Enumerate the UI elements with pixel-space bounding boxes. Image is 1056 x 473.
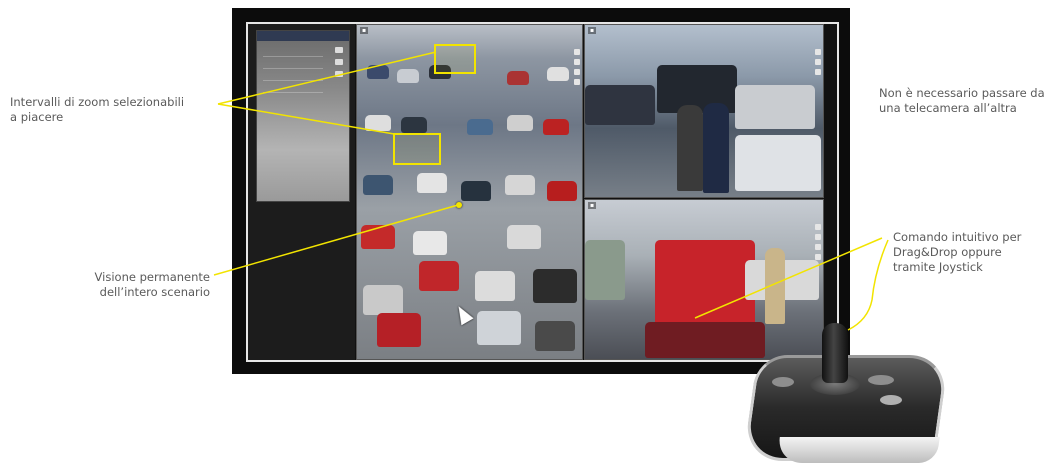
annotation-no-camera-switch: Non è necessario passare da una telecame…: [879, 86, 1056, 116]
car: [645, 322, 765, 358]
joystick-button: [772, 377, 794, 387]
car: [533, 269, 577, 303]
annotation-nocam-line1: Non è necessario passare da: [879, 86, 1045, 100]
car: [401, 117, 427, 133]
car: [585, 240, 625, 300]
joystick-device: [742, 315, 988, 473]
car: [377, 313, 421, 347]
car: [419, 261, 459, 291]
sidebar-header: [257, 31, 349, 41]
annotation-vision: Visione permanente dell’intero scenario: [60, 270, 210, 300]
tile-control-button[interactable]: [574, 79, 580, 85]
joystick-stick: [822, 323, 848, 383]
car: [543, 119, 569, 135]
sidebar-button[interactable]: [335, 59, 343, 65]
video-management-screen: ▪ ▪ ▪: [246, 22, 839, 362]
camera-tag: ▪: [360, 27, 369, 34]
tile-control-button[interactable]: [815, 59, 821, 65]
sidebar-panel: [256, 30, 350, 202]
sidebar: [248, 24, 355, 360]
person: [677, 105, 703, 191]
annotation-cmd-line2: Drag&Drop oppure: [893, 245, 1002, 259]
car: [461, 181, 491, 201]
sidebar-item[interactable]: [263, 85, 323, 93]
camera-tile-overview[interactable]: ▪: [356, 24, 583, 360]
zoom-region-box[interactable]: [434, 44, 476, 74]
tile-control-button[interactable]: [815, 234, 821, 240]
car: [417, 173, 447, 193]
car: [477, 311, 521, 345]
annotation-nocam-line2: una telecamera all’altra: [879, 101, 1017, 115]
car: [507, 225, 541, 249]
person: [765, 248, 785, 324]
car: [735, 85, 815, 129]
annotation-command: Comando intuitivo per Drag&Drop oppure t…: [893, 230, 1053, 275]
sidebar-button[interactable]: [335, 71, 343, 77]
sidebar-item[interactable]: [263, 49, 323, 57]
car: [507, 115, 533, 131]
car: [475, 271, 515, 301]
tile-control-button[interactable]: [815, 244, 821, 250]
car: [365, 115, 391, 131]
camera-tag: ▪: [588, 27, 597, 34]
annotation-vision-line1: Visione permanente: [94, 270, 210, 284]
car: [547, 67, 569, 81]
zoom-region-box[interactable]: [393, 133, 441, 165]
target-point: [456, 202, 462, 208]
tile-control-button[interactable]: [815, 254, 821, 260]
tile-control-button[interactable]: [574, 69, 580, 75]
car: [413, 231, 447, 255]
car: [397, 69, 419, 83]
car: [655, 240, 755, 326]
annotation-cmd-line3: tramite Joystick: [893, 260, 983, 274]
car: [363, 175, 393, 195]
tile-control-button[interactable]: [574, 59, 580, 65]
person: [703, 103, 729, 193]
car: [361, 225, 395, 249]
car: [363, 285, 403, 315]
tile-control-button[interactable]: [574, 49, 580, 55]
joystick-button: [868, 375, 894, 385]
tile-control-button[interactable]: [815, 49, 821, 55]
sidebar-item[interactable]: [263, 73, 323, 81]
car: [585, 85, 655, 125]
annotation-zoom: Intervalli di zoom selezionabili a piace…: [10, 95, 220, 125]
car: [505, 175, 535, 195]
car: [467, 119, 493, 135]
camera-tag: ▪: [588, 202, 597, 209]
annotation-zoom-line1: Intervalli di zoom selezionabili: [10, 95, 185, 109]
joystick-front-trim: [776, 437, 940, 463]
car: [547, 181, 577, 201]
annotation-cmd-line1: Comando intuitivo per: [893, 230, 1022, 244]
car: [735, 135, 821, 191]
annotation-vision-line2: dell’intero scenario: [99, 285, 210, 299]
sidebar-item[interactable]: [263, 61, 323, 69]
car: [535, 321, 575, 351]
annotation-zoom-line2: a piacere: [10, 110, 64, 124]
joystick-button: [880, 395, 902, 405]
tile-control-button[interactable]: [815, 224, 821, 230]
camera-tile-zoom-1[interactable]: ▪: [584, 24, 824, 198]
car: [507, 71, 529, 85]
car: [367, 65, 389, 79]
tile-control-button[interactable]: [815, 69, 821, 75]
sidebar-button[interactable]: [335, 47, 343, 53]
